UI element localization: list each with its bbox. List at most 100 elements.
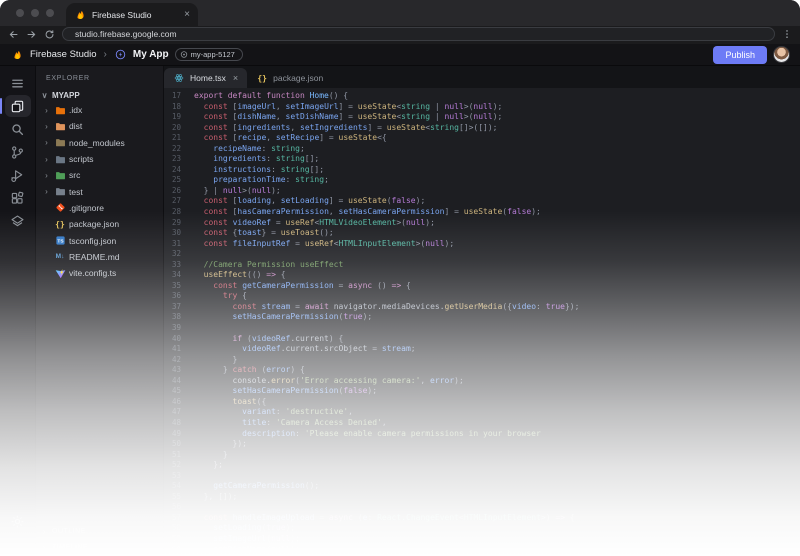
editor-tab-Home.tsx[interactable]: Home.tsx × xyxy=(164,68,248,88)
code-line[interactable]: 19 const [dishName, setDishName] = useSt… xyxy=(164,112,800,123)
code-line[interactable]: 56 xyxy=(164,502,800,513)
section-outline[interactable]: › OUTLINE xyxy=(40,527,86,536)
code-line[interactable]: 45 setHasCameraPermission(false); xyxy=(164,386,800,397)
code-line[interactable]: 46 toast({ xyxy=(164,397,800,408)
code-line[interactable]: 24 instructions: string[]; xyxy=(164,165,800,176)
code-line[interactable]: 38 setHasCameraPermission(true); xyxy=(164,312,800,323)
code-line[interactable]: 53 xyxy=(164,471,800,482)
activity-files-icon[interactable] xyxy=(0,95,31,117)
activity-search-icon[interactable] xyxy=(5,118,31,140)
code-line[interactable]: 57 const handleImageUpload = async (e: R… xyxy=(164,513,800,524)
code-line[interactable]: 59 setImageUrl(null); xyxy=(164,534,800,545)
browser-tab[interactable]: Firebase Studio × xyxy=(66,3,198,26)
code-line[interactable]: 32 xyxy=(164,249,800,260)
code-line[interactable]: 26 } | null>(null); xyxy=(164,186,800,197)
code-line[interactable]: 23 ingredients: string[]; xyxy=(164,154,800,165)
activity-menu-icon[interactable] xyxy=(5,72,31,94)
code-line[interactable]: 33 //Camera Permission useEffect xyxy=(164,260,800,271)
code-text: setImageUrl(null); xyxy=(213,533,300,543)
tree-item-README.md[interactable]: M↓ README.md xyxy=(36,249,163,265)
brand-title[interactable]: Firebase Studio xyxy=(30,49,97,60)
editor-tabbar: Home.tsx × {} package.json xyxy=(164,66,800,88)
activity-labs-icon[interactable] xyxy=(5,210,31,232)
address-bar[interactable]: studio.firebase.google.com xyxy=(62,27,775,41)
code-line[interactable]: 35 const getCameraPermission = async () … xyxy=(164,281,800,292)
code-line[interactable]: 27 const [loading, setLoading] = useStat… xyxy=(164,196,800,207)
code-line[interactable]: 17 export default function Home() { xyxy=(164,91,800,102)
code-line[interactable]: 40 if (videoRef.current) { xyxy=(164,334,800,345)
code-line[interactable]: 54 getCameraPermission(); xyxy=(164,481,800,492)
tree-root-myapp[interactable]: ∨ MYAPP xyxy=(36,89,163,102)
code-line[interactable]: 60 setDishName(null); xyxy=(164,545,800,556)
tree-item-.idx[interactable]: › .idx xyxy=(36,102,163,118)
reload-icon[interactable] xyxy=(44,29,55,40)
code-line[interactable]: 34 useEffect(() => { xyxy=(164,270,800,281)
code-text: setLoading(true); xyxy=(213,523,296,533)
react-icon xyxy=(173,72,185,84)
code-text: } xyxy=(194,354,238,364)
window-controls[interactable] xyxy=(0,0,66,26)
code-line[interactable]: 22 recipeName: string; xyxy=(164,144,800,155)
tab-close-icon[interactable]: × xyxy=(184,9,190,20)
activity-run-debug-icon[interactable] xyxy=(5,164,31,186)
workspace-badge[interactable]: my-app-5127 xyxy=(174,48,243,61)
tree-item-node_modules[interactable]: › node_modules xyxy=(36,135,163,151)
code-line[interactable]: 21 const [recipe, setRecipe] = useState<… xyxy=(164,133,800,144)
forward-icon[interactable] xyxy=(26,29,37,40)
code-line[interactable]: 44 console.error('Error accessing camera… xyxy=(164,376,800,387)
workspace-badge-label: my-app-5127 xyxy=(190,50,235,59)
tree-item-src[interactable]: › src xyxy=(36,167,163,183)
activity-source-control-icon[interactable] xyxy=(5,141,31,163)
tree-item-.gitignore[interactable]: .gitignore xyxy=(36,200,163,216)
code-line[interactable]: 48 title: 'Camera Access Denied', xyxy=(164,418,800,429)
tab-close-icon[interactable]: × xyxy=(233,73,238,83)
tree-item-package.json[interactable]: {} package.json xyxy=(36,216,163,232)
braces-icon: {} xyxy=(55,219,65,229)
tree-item-scripts[interactable]: › scripts xyxy=(36,151,163,167)
code-line[interactable]: 58 setLoading(true); xyxy=(164,523,800,534)
code-line[interactable]: 30 const {toast} = useToast(); xyxy=(164,228,800,239)
code-line[interactable]: 55 }, []); xyxy=(164,492,800,503)
kebab-menu-icon[interactable] xyxy=(782,28,792,40)
code-text: preparationTime: string; xyxy=(213,175,329,185)
code-line[interactable]: 39 xyxy=(164,323,800,334)
code-line[interactable]: 52 }; xyxy=(164,460,800,471)
code-line[interactable]: 42 } xyxy=(164,355,800,366)
code-line[interactable]: 31 const fileInputRef = useRef<HTMLInput… xyxy=(164,239,800,250)
code-line[interactable]: 47 variant: 'destructive', xyxy=(164,407,800,418)
code-line[interactable]: 37 const stream = await navigator.mediaD… xyxy=(164,302,800,313)
code-line[interactable]: 50 }); xyxy=(164,439,800,450)
window-minimize-button[interactable] xyxy=(31,9,39,17)
tree-item-test[interactable]: › test xyxy=(36,183,163,199)
code-line[interactable]: 41 videoRef.current.srcObject = stream; xyxy=(164,344,800,355)
tree-item-label: test xyxy=(69,186,83,197)
tree-item-dist[interactable]: › dist xyxy=(36,118,163,134)
code-line[interactable]: 28 const [hasCameraPermission, setHasCam… xyxy=(164,207,800,218)
code-line[interactable]: 51 } xyxy=(164,450,800,461)
back-icon[interactable] xyxy=(8,29,19,40)
folder-icon xyxy=(54,120,66,132)
line-number: 17 xyxy=(171,91,181,100)
activity-extensions-icon[interactable] xyxy=(5,187,31,209)
browser-toolbar: studio.firebase.google.com xyxy=(0,26,800,44)
tree-item-label: dist xyxy=(69,121,83,132)
tree-item-tsconfig.json[interactable]: TS tsconfig.json xyxy=(36,232,163,248)
activity-settings-gear-icon[interactable] xyxy=(5,510,31,532)
section-timeline[interactable]: › TIMELINE xyxy=(40,543,88,552)
code-line[interactable]: 20 const [ingredients, setIngredients] =… xyxy=(164,123,800,134)
app-name[interactable]: My App xyxy=(133,49,169,60)
window-zoom-button[interactable] xyxy=(46,9,54,17)
user-avatar[interactable] xyxy=(773,46,790,63)
code-line[interactable]: 49 description: 'Please enable camera pe… xyxy=(164,429,800,440)
publish-button[interactable]: Publish xyxy=(713,45,767,64)
code-line[interactable]: 18 const [imageUrl, setImageUrl] = useSt… xyxy=(164,102,800,113)
tree-item-vite.config.ts[interactable]: vite.config.ts xyxy=(36,265,163,281)
editor-tab-package.json[interactable]: {} package.json xyxy=(247,68,332,88)
window-close-button[interactable] xyxy=(16,9,24,17)
code-line[interactable]: 25 preparationTime: string; xyxy=(164,175,800,186)
code-line[interactable]: 36 try { xyxy=(164,291,800,302)
code-line[interactable]: 43 } catch (error) { xyxy=(164,365,800,376)
code-editor[interactable]: 17 export default function Home() {18 con… xyxy=(164,88,800,556)
code-line[interactable]: 29 const videoRef = useRef<HTMLVideoElem… xyxy=(164,218,800,229)
line-number: 21 xyxy=(171,133,181,143)
